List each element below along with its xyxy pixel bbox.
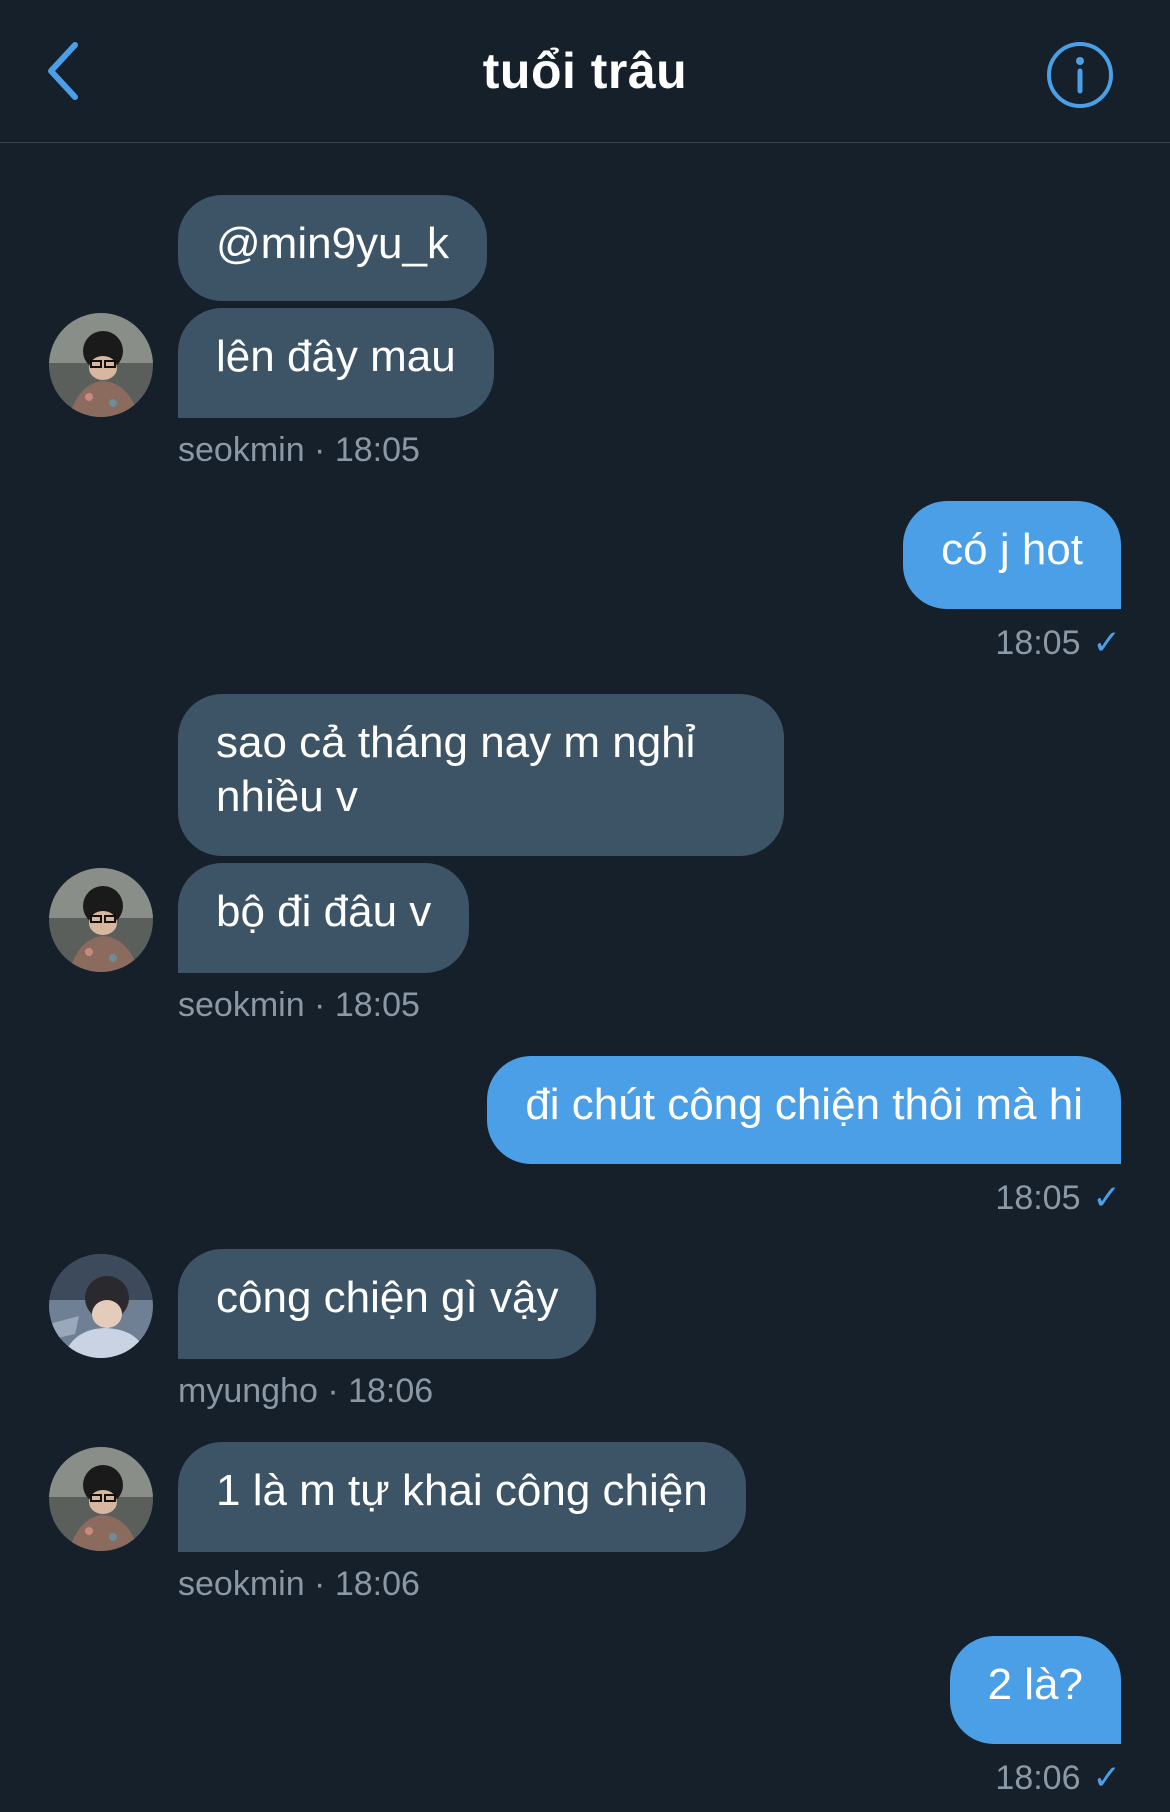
message-meta: 18:05 ✓: [995, 1178, 1121, 1218]
message-text: sao cả tháng nay m nghỉ nhiều v: [216, 718, 696, 821]
message-text: 1 là m tự khai công chiện: [216, 1466, 708, 1515]
read-check-icon: ✓: [1092, 624, 1122, 662]
message-bubble-incoming[interactable]: 1 là m tự khai công chiện: [178, 1442, 746, 1552]
message-text: có j hot: [941, 525, 1083, 574]
avatar-image: [49, 1254, 153, 1358]
message-bubble-incoming[interactable]: công chiện gì vậy: [178, 1249, 597, 1359]
message-time: 18:05: [995, 1179, 1081, 1217]
message-text: bộ đi đâu v: [216, 887, 432, 936]
read-check-icon: ✓: [1092, 1759, 1122, 1797]
message-bubble-incoming[interactable]: sao cả tháng nay m nghỉ nhiều v: [178, 694, 784, 856]
conversation-title[interactable]: tuổi trâu: [0, 42, 1170, 100]
message-bubble-incoming[interactable]: @min9yu_k: [178, 195, 487, 301]
info-button[interactable]: [1046, 41, 1114, 109]
message-meta: seokmin · 18:06: [178, 1565, 420, 1603]
message-bubble-outgoing[interactable]: 2 là?: [949, 1636, 1121, 1744]
avatar-image: [49, 313, 153, 417]
message-meta: myungho · 18:06: [178, 1372, 434, 1410]
avatar-image: [49, 868, 153, 972]
message-meta: 18:05 ✓: [995, 623, 1121, 663]
message-text: đi chút công chiện thôi mà hi: [525, 1080, 1083, 1129]
message-time: 18:05: [995, 624, 1081, 662]
conversation-header: tuổi trâu: [0, 0, 1170, 143]
message-time: 18:06: [995, 1759, 1081, 1797]
avatar-seokmin[interactable]: [49, 1447, 153, 1551]
message-text: công chiện gì vậy: [216, 1273, 559, 1322]
read-check-icon: ✓: [1092, 1179, 1122, 1217]
info-icon: [1047, 42, 1113, 108]
message-thread[interactable]: @min9yu_k lên đây mau seokmin · 18:05 có…: [0, 143, 1170, 1812]
message-bubble-outgoing[interactable]: đi chút công chiện thôi mà hi: [487, 1056, 1121, 1164]
message-meta: seokmin · 18:05: [178, 431, 420, 469]
message-meta: 18:06 ✓: [995, 1758, 1121, 1798]
message-text: 2 là?: [987, 1660, 1083, 1709]
message-bubble-incoming[interactable]: bộ đi đâu v: [178, 863, 470, 973]
message-text: lên đây mau: [216, 332, 456, 381]
message-text: @min9yu_k: [216, 219, 449, 268]
message-meta: seokmin · 18:05: [178, 986, 420, 1024]
avatar-seokmin[interactable]: [49, 868, 153, 972]
message-bubble-incoming[interactable]: lên đây mau: [178, 308, 494, 418]
avatar-image: [49, 1447, 153, 1551]
message-bubble-outgoing[interactable]: có j hot: [903, 501, 1121, 609]
avatar-seokmin[interactable]: [49, 313, 153, 417]
avatar-myungho[interactable]: [49, 1254, 153, 1358]
